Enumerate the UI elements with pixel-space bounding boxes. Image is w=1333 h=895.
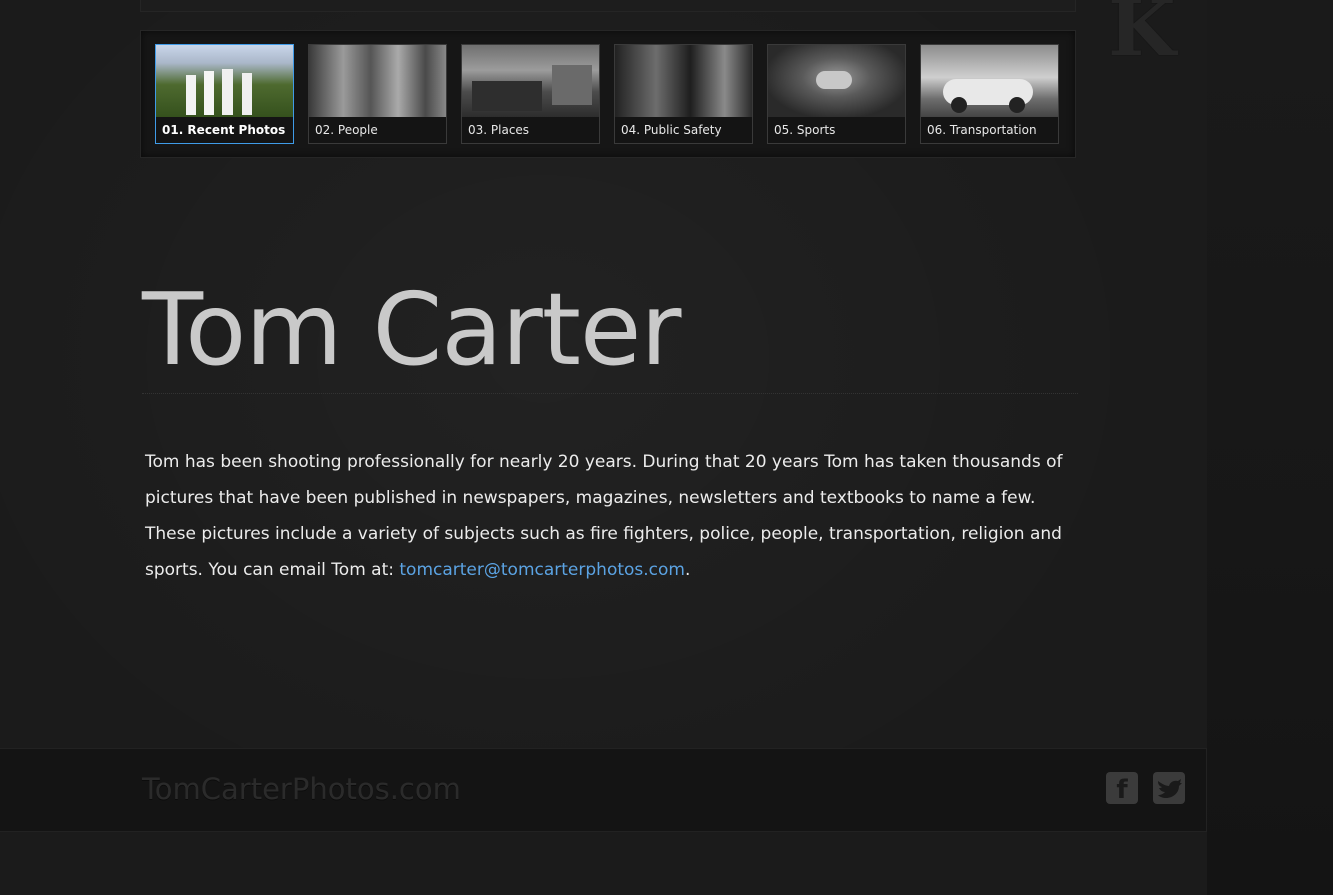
footer: TomCarterPhotos.com f [0,748,1207,832]
transportation-thumbnail [921,45,1058,117]
page: K 01. Recent Photos 02. People 03. Place… [0,0,1333,895]
places-thumbnail [462,45,599,117]
sports-thumbnail [768,45,905,117]
twitter-bird-icon [1158,779,1182,798]
thumb-sports[interactable]: 05. Sports [767,44,906,144]
bio-end: . [684,560,691,580]
public-safety-thumbnail [615,45,752,117]
top-strip [140,0,1076,12]
bio-paragraph: Tom has been shooting professionally for… [145,444,1080,588]
people-thumbnail [309,45,446,117]
thumb-people[interactable]: 02. People [308,44,447,144]
page-title: Tom Carter [142,271,682,388]
thumb-label: 03. Places [462,117,599,143]
corner-logo: K [1108,0,1176,66]
recent-photos-thumbnail [156,45,293,117]
category-thumbnail-bar: 01. Recent Photos 02. People 03. Places … [140,30,1076,158]
thumb-label: 01. Recent Photos [156,117,293,143]
thumb-places[interactable]: 03. Places [461,44,600,144]
footer-brand[interactable]: TomCarterPhotos.com [142,771,461,807]
title-divider [142,393,1078,394]
thumb-label: 05. Sports [768,117,905,143]
facebook-icon[interactable]: f [1106,772,1138,805]
thumb-label: 04. Public Safety [615,117,752,143]
thumb-transportation[interactable]: 06. Transportation [920,44,1059,144]
thumb-public-safety[interactable]: 04. Public Safety [614,44,753,144]
email-link[interactable]: tomcarter@tomcarterphotos.com [399,560,685,580]
thumb-recent-photos[interactable]: 01. Recent Photos [155,44,294,144]
twitter-icon[interactable] [1153,772,1185,804]
thumb-label: 06. Transportation [921,117,1058,143]
thumb-label: 02. People [309,117,446,143]
